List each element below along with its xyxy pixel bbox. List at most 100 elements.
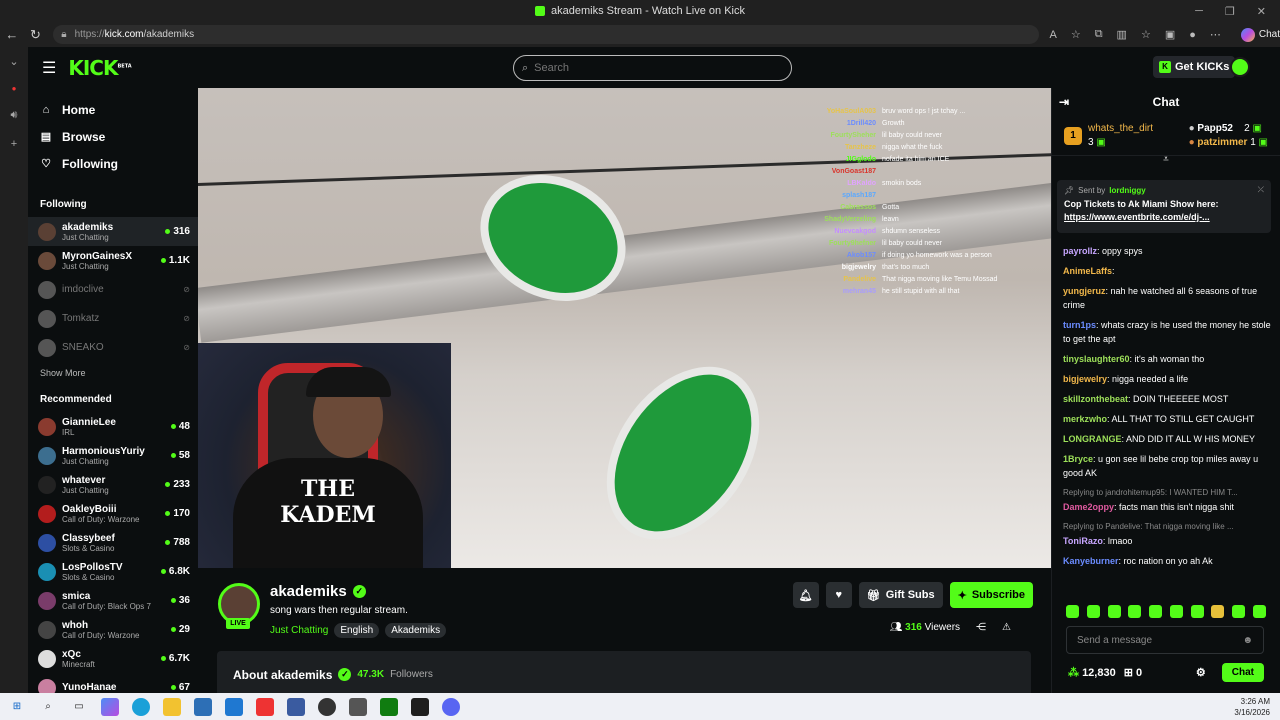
nav-browse[interactable]: ▤ Browse xyxy=(28,123,198,150)
chat-username[interactable]: merkzwho xyxy=(1063,414,1107,424)
sidebar-channel-item[interactable]: xQc Minecraft 6.7K xyxy=(28,644,198,673)
unpin-icon[interactable]: ⤫ xyxy=(1258,185,1264,195)
hamburger-menu-icon[interactable]: ☰ xyxy=(42,58,56,78)
get-kicks-button[interactable]: K Get KICKs xyxy=(1153,56,1236,78)
emote-icon[interactable] xyxy=(1107,605,1121,618)
chat-username[interactable]: 1Bryce xyxy=(1063,454,1093,464)
leader-first[interactable]: whats_the_dirt 3 ▣ xyxy=(1088,122,1153,150)
add-icon[interactable]: + xyxy=(11,138,17,150)
extensions-icon[interactable]: ⧉ xyxy=(1095,28,1103,41)
search-box[interactable]: ⌕ xyxy=(513,55,792,81)
chat-message[interactable]: 1Bryce: u gon see lil bebe crop top mile… xyxy=(1063,452,1273,480)
kick-logo[interactable]: KICKBETA xyxy=(68,56,131,80)
xbox-icon[interactable] xyxy=(380,697,398,716)
chat-message[interactable]: Replying to Pandelive: That nigga moving… xyxy=(1063,520,1273,548)
chat-message[interactable]: yungjeruz: nah he watched all 6 seasons … xyxy=(1063,284,1273,312)
youtube-icon[interactable] xyxy=(256,697,274,716)
chat-username[interactable]: payrollz xyxy=(1063,246,1097,256)
follow-button[interactable]: ♥ xyxy=(825,582,852,608)
sidebar-channel-item[interactable]: LosPollosTV Slots & Casino 6.8K xyxy=(28,557,198,586)
emote-icon[interactable] xyxy=(1211,605,1225,618)
chat-message[interactable]: turn1ps: whats crazy is he used the mone… xyxy=(1063,318,1273,346)
search-icon[interactable]: ⌕ xyxy=(39,698,57,716)
chat-username[interactable]: turn1ps xyxy=(1063,320,1096,330)
pinned-expand-icon[interactable]: ⩡ xyxy=(1052,154,1280,165)
profile-icon[interactable]: ● xyxy=(1189,29,1196,41)
sidebar-channel-item[interactable]: YunoHanae 67 xyxy=(28,673,198,693)
chat-message[interactable]: bigjewelry: nigga needed a life xyxy=(1063,372,1273,386)
back-icon[interactable]: ← xyxy=(0,27,24,42)
leader-third[interactable]: ● patzimmer 1 ▣ xyxy=(1189,136,1268,150)
search-input[interactable] xyxy=(534,62,755,74)
chat-username[interactable]: Dame2oppy xyxy=(1063,502,1114,512)
video-player[interactable]: YoHaSoulA003 bruv word ops ! jst tchay ..… xyxy=(198,88,1051,568)
chat-username[interactable]: skillzonthebeat xyxy=(1063,394,1128,404)
sidebar-channel-item[interactable]: MyronGainesX Just Chatting 1.1K xyxy=(28,246,198,275)
chat-username[interactable]: yungjeruz xyxy=(1063,286,1106,296)
show-more-button[interactable]: Show More xyxy=(28,362,198,384)
nav-home[interactable]: ⌂ Home xyxy=(28,96,198,123)
read-aloud-icon[interactable]: A xyxy=(1049,29,1056,41)
restore-icon[interactable]: ❐ xyxy=(1225,5,1235,18)
sidebar-channel-item[interactable]: GiannieLee IRL 48 xyxy=(28,412,198,441)
subscribe-button[interactable]: ✦ Subscribe xyxy=(949,582,1033,608)
emote-icon[interactable] xyxy=(1232,605,1246,618)
chevron-down-icon[interactable]: ⌄ xyxy=(9,55,18,68)
refresh-icon[interactable]: ↻ xyxy=(24,27,48,43)
task-view-icon[interactable]: ▭ xyxy=(70,698,88,716)
report-icon[interactable]: ⚠ xyxy=(1002,622,1011,633)
sidebar-channel-item[interactable]: SNEAKO ⊘ xyxy=(28,333,198,362)
sidebar-channel-item[interactable]: whatever Just Chatting 233 xyxy=(28,470,198,499)
emote-icon[interactable] xyxy=(1252,605,1266,618)
sidebar-channel-item[interactable]: OakleyBoiii Call of Duty: Warzone 170 xyxy=(28,499,198,528)
favorite-star-icon[interactable]: ☆ xyxy=(1071,28,1081,41)
copilot-icon[interactable] xyxy=(101,697,119,716)
chat-username[interactable]: AnimeLaffs xyxy=(1063,266,1112,276)
sidebar-channel-item[interactable]: whoh Call of Duty: Warzone 29 xyxy=(28,615,198,644)
discord-icon[interactable] xyxy=(442,697,460,716)
chat-message[interactable]: merkzwho: ALL THAT TO STILL GET CAUGHT xyxy=(1063,412,1273,426)
chat-message[interactable]: payrollz: oppy spys xyxy=(1063,244,1273,258)
chat-username[interactable]: LONGRANGE xyxy=(1063,434,1122,444)
sidebar-channel-item[interactable]: smica Call of Duty: Black Ops 7 36 xyxy=(28,586,198,615)
emote-icon[interactable] xyxy=(1086,605,1100,618)
emote-icon[interactable] xyxy=(1066,605,1079,618)
stream-tag[interactable]: English xyxy=(334,623,380,638)
system-clock[interactable]: 3:26 AM 3/16/2026 xyxy=(1234,696,1270,718)
collapse-chat-icon[interactable]: ⇥ xyxy=(1059,95,1069,109)
leader-second[interactable]: ● Papp52 2 ▣ xyxy=(1189,122,1268,136)
calculator-icon[interactable] xyxy=(349,697,367,716)
file-explorer-icon[interactable] xyxy=(163,697,181,716)
chat-username[interactable]: Kanyeburner xyxy=(1063,556,1119,566)
copilot-chat-button[interactable]: Chat xyxy=(1240,27,1280,42)
outlook-icon[interactable] xyxy=(225,697,243,716)
speaker-icon[interactable]: 🔊︎ xyxy=(11,109,18,122)
sidebar-channel-item[interactable]: Tomkatz ⊘ xyxy=(28,304,198,333)
chat-message[interactable]: AnimeLaffs: xyxy=(1063,264,1273,278)
emote-icon[interactable] xyxy=(1149,605,1163,618)
emote-icon[interactable] xyxy=(1128,605,1142,618)
notification-bell-button[interactable]: 🔔︎ xyxy=(792,582,819,608)
stream-category-link[interactable]: Just Chatting xyxy=(270,625,328,636)
streamer-name[interactable]: akademiks ✓ xyxy=(270,583,366,600)
close-icon[interactable]: ✕ xyxy=(1257,5,1266,18)
emote-icon[interactable] xyxy=(1169,605,1183,618)
sidebar-channel-item[interactable]: Classybeef Slots & Casino 788 xyxy=(28,528,198,557)
chat-username[interactable]: bigjewelry xyxy=(1063,374,1107,384)
split-screen-icon[interactable]: ▥ xyxy=(1117,28,1127,41)
collections-icon[interactable]: ▣ xyxy=(1165,28,1175,41)
gift-subs-button[interactable]: 🎁︎ Gift Subs xyxy=(858,582,943,608)
nav-following[interactable]: ♡ Following xyxy=(28,150,198,177)
sidebar-channel-item[interactable]: HarmoniousYuriy Just Chatting 58 xyxy=(28,441,198,470)
stream-tag[interactable]: Akademiks xyxy=(385,623,447,638)
sidebar-channel-item[interactable]: imdoclive ⊘ xyxy=(28,275,198,304)
chat-message[interactable]: skillzonthebeat: DOIN THEEEEE MOST xyxy=(1063,392,1273,406)
app-icon[interactable] xyxy=(287,697,305,716)
pinned-link[interactable]: https://www.eventbrite.com/e/dj-... xyxy=(1064,211,1264,224)
chat-send-button[interactable]: Chat xyxy=(1221,662,1264,682)
start-icon[interactable]: ⊞ xyxy=(8,698,26,716)
user-avatar[interactable] xyxy=(1230,57,1250,77)
chat-input-box[interactable]: Send a message ☻ xyxy=(1066,626,1264,654)
minimize-icon[interactable]: ─ xyxy=(1195,5,1203,17)
share-icon[interactable]: ⋲ xyxy=(976,622,986,633)
